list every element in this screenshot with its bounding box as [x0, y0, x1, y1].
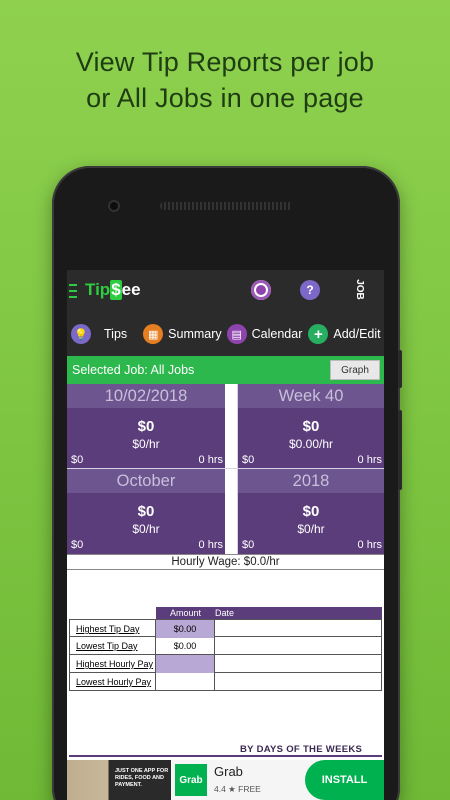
camera-icon	[108, 200, 120, 212]
logo-dollar: $	[110, 280, 122, 300]
row-date	[215, 637, 382, 655]
cell-heading: 10/02/2018	[67, 384, 225, 408]
row-label[interactable]: Lowest Tip Day	[69, 637, 156, 655]
lightbulb-icon: 💡	[71, 324, 91, 344]
row-label[interactable]: Lowest Hourly Pay	[69, 673, 156, 691]
cell-hours: 0 hrs	[357, 454, 382, 466]
cell-hours: 0 hrs	[198, 454, 223, 466]
table-row: Highest Tip Day $0.00	[69, 619, 382, 638]
cell-heading: 2018	[238, 469, 384, 493]
section-divider	[69, 755, 382, 757]
table-row: Highest Hourly Pay	[69, 655, 382, 673]
selected-job-bar: Selected Job: All Jobs Graph	[67, 356, 384, 384]
app-top-bar: Tip$ee ? JOB	[67, 270, 384, 312]
table-row: Lowest Hourly Pay	[69, 673, 382, 691]
menu-icon[interactable]	[69, 284, 77, 298]
cell-total: $0	[71, 454, 84, 466]
cell-amount: $0	[137, 503, 155, 520]
amount-column-header: Amount	[170, 608, 202, 618]
row-date	[215, 620, 382, 638]
grid-divider	[237, 384, 238, 554]
cell-rate: $0.00/hr	[288, 437, 334, 451]
cell-amount: $0	[302, 503, 320, 520]
cell-rate: $0/hr	[132, 437, 160, 451]
summary-grid: 10/02/2018 $0 $0/hr $0 0 hrs Week 40 $0 …	[67, 384, 384, 554]
job-menu-button[interactable]: JOB	[354, 279, 365, 300]
table-row: Lowest Tip Day $0.00	[69, 637, 382, 655]
year-summary-cell[interactable]: 2018 $0 $0/hr $0 0 hrs	[238, 469, 384, 554]
app-screen: Tip$ee ? JOB 💡 Tips ▦ Summary ▤ Calendar…	[67, 270, 384, 800]
grid-divider	[67, 468, 384, 469]
cell-total: $0	[242, 539, 255, 551]
stats-header: Amount Date	[156, 607, 382, 619]
row-label[interactable]: Highest Hourly Pay	[69, 655, 156, 673]
headline-line-2: or All Jobs in one page	[86, 83, 364, 113]
power-button	[398, 350, 402, 388]
nav-calendar-label: Calendar	[251, 327, 303, 341]
ad-rating: 4.4 ★ FREE	[214, 784, 261, 794]
row-date	[215, 673, 382, 691]
cell-rate: $0/hr	[132, 522, 160, 536]
cell-rate: $0/hr	[297, 522, 325, 536]
cell-heading: Week 40	[238, 384, 384, 408]
calendar-icon: ▤	[226, 324, 247, 344]
nav-summary[interactable]: ▦ Summary	[143, 312, 222, 356]
graph-button[interactable]: Graph	[330, 360, 380, 380]
nav-tips-label: Tips	[104, 327, 128, 341]
cell-amount: $0	[302, 418, 320, 435]
headline: View Tip Reports per job or All Jobs in …	[0, 44, 450, 116]
ad-app-name: Grab	[214, 764, 243, 779]
ad-image-text: JUST ONE APP FOR RIDES, FOOD AND PAYMENT…	[115, 768, 169, 788]
speaker-grille	[160, 202, 292, 210]
app-logo: Tip$ee	[85, 280, 141, 300]
cell-hours: 0 hrs	[198, 539, 223, 551]
logo-text-right: ee	[121, 280, 141, 299]
cell-amount: $0	[137, 418, 155, 435]
cell-total: $0	[242, 454, 255, 466]
week-summary-cell[interactable]: Week 40 $0 $0.00/hr $0 0 hrs	[238, 384, 384, 469]
headline-line-1: View Tip Reports per job	[75, 47, 375, 77]
row-amount: $0.00	[156, 620, 215, 638]
target-icon[interactable]	[251, 280, 271, 300]
logo-text-left: Tip	[85, 280, 111, 299]
day-summary-cell[interactable]: 10/02/2018 $0 $0/hr $0 0 hrs	[67, 384, 225, 469]
grab-logo: Grab	[175, 764, 207, 796]
nav-summary-label: Summary	[168, 327, 222, 341]
cell-total: $0	[71, 539, 84, 551]
hourly-wage: Hourly Wage: $0.0/hr	[67, 554, 384, 570]
ad-banner[interactable]: JUST ONE APP FOR RIDES, FOOD AND PAYMENT…	[67, 760, 384, 800]
volume-button	[398, 410, 402, 490]
month-summary-cell[interactable]: October $0 $0/hr $0 0 hrs	[67, 469, 225, 554]
help-icon[interactable]: ?	[300, 280, 320, 300]
summary-icon: ▦	[143, 324, 164, 344]
plus-icon: +	[308, 324, 329, 344]
nav-add-edit-label: Add/Edit	[333, 327, 381, 341]
row-amount	[156, 655, 215, 673]
cell-hours: 0 hrs	[357, 539, 382, 551]
nav-tips[interactable]: 💡 Tips	[71, 312, 127, 356]
date-column-header: Date	[215, 608, 235, 618]
row-amount: $0.00	[156, 637, 215, 655]
nav-add-edit[interactable]: + Add/Edit	[308, 312, 381, 356]
cell-heading: October	[67, 469, 225, 493]
row-amount	[156, 673, 215, 691]
row-date	[215, 655, 382, 673]
selected-job-text: Selected Job: All Jobs	[72, 363, 195, 377]
days-of-week-heading: BY DAYS OF THE WEEKS	[240, 744, 363, 755]
nav-calendar[interactable]: ▤ Calendar	[226, 312, 303, 356]
install-button[interactable]: INSTALL	[305, 760, 384, 800]
row-label[interactable]: Highest Tip Day	[69, 620, 156, 638]
nav-bar: 💡 Tips ▦ Summary ▤ Calendar + Add/Edit	[67, 312, 384, 356]
